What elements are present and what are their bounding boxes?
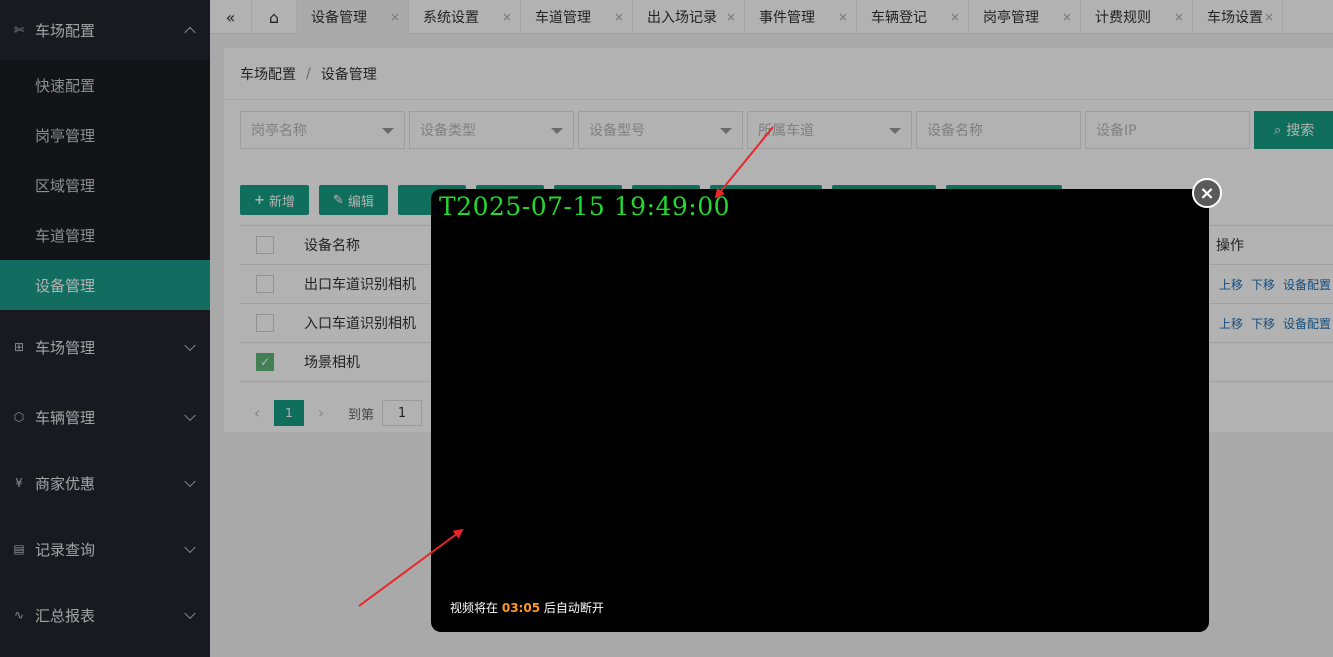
video-player-modal: T2025-07-15 19:49:00 视频将在 03:05 后自动断开 xyxy=(431,189,1209,632)
close-video-button[interactable]: × xyxy=(1192,178,1222,208)
note-suffix: 后自动断开 xyxy=(543,601,604,615)
video-disconnect-note: 视频将在 03:05 后自动断开 xyxy=(450,599,604,616)
countdown-timer: 03:05 xyxy=(501,601,541,615)
close-icon: × xyxy=(1199,182,1215,204)
video-timestamp: T2025-07-15 19:49:00 xyxy=(439,192,731,221)
note-prefix: 视频将在 xyxy=(450,601,499,615)
